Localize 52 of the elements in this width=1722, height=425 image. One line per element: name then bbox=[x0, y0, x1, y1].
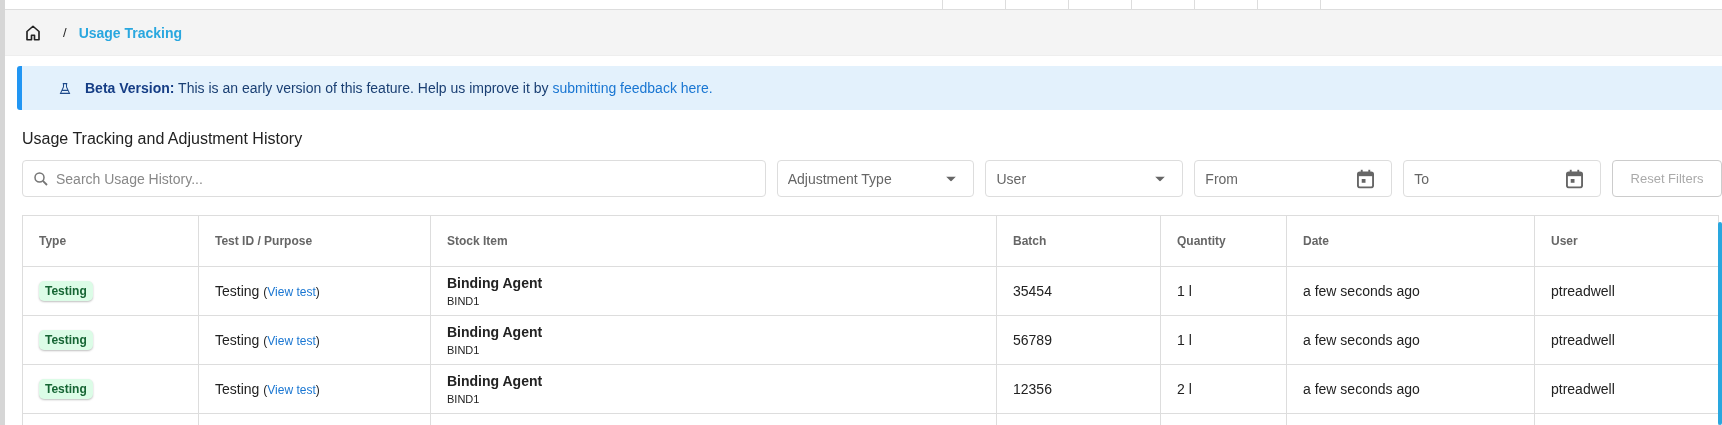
table-cell: 12356 bbox=[1013, 381, 1052, 397]
breadcrumb-separator: / bbox=[63, 25, 67, 40]
view-test-link[interactable]: View test bbox=[267, 383, 316, 397]
page-title: Usage Tracking and Adjustment History bbox=[22, 130, 304, 148]
column-header: Batch bbox=[1013, 234, 1047, 248]
home-icon[interactable] bbox=[24, 23, 42, 42]
search-icon bbox=[32, 169, 50, 188]
type-badge: Testing bbox=[39, 281, 93, 301]
column-header: User bbox=[1551, 234, 1578, 248]
table-cell: 35454 bbox=[1013, 283, 1052, 299]
table-cell: ptreadwell bbox=[1551, 332, 1615, 348]
type-badge: Testing bbox=[39, 330, 93, 350]
column-header: Quantity bbox=[1177, 234, 1226, 248]
caret-icon bbox=[1155, 176, 1166, 181]
stock-item-name: Binding Agent bbox=[447, 324, 543, 340]
flask-icon bbox=[59, 81, 71, 95]
table-cell: a few seconds ago bbox=[1303, 283, 1420, 299]
stock-item-code: BIND1 bbox=[447, 295, 480, 307]
stock-item-name: Binding Agent bbox=[447, 373, 543, 389]
feedback-link[interactable]: submitting feedback here. bbox=[552, 80, 713, 96]
breadcrumb-link[interactable]: Usage Tracking bbox=[78, 24, 183, 41]
caret-icon bbox=[946, 176, 957, 181]
search-field[interactable]: Search Usage History... bbox=[22, 160, 766, 197]
column-header: Date bbox=[1303, 234, 1329, 248]
table-cell: ptreadwell bbox=[1551, 283, 1615, 299]
date-field[interactable]: To bbox=[1403, 160, 1601, 197]
purpose-text: Testing (View test) bbox=[215, 283, 320, 299]
calendar-icon bbox=[1566, 169, 1583, 188]
purpose-text: Testing (View test) bbox=[215, 381, 320, 397]
table-cell: a few seconds ago bbox=[1303, 381, 1420, 397]
calendar-icon bbox=[1357, 169, 1375, 188]
purpose-text: Testing (View test) bbox=[215, 332, 320, 348]
dropdown-field[interactable]: User bbox=[985, 160, 1184, 197]
scrollbar[interactable] bbox=[1718, 222, 1722, 425]
date-field[interactable]: From bbox=[1194, 160, 1393, 197]
type-badge: Testing bbox=[39, 379, 93, 399]
view-test-link[interactable]: View test bbox=[267, 334, 316, 348]
dropdown-field[interactable]: Adjustment Type bbox=[776, 160, 975, 197]
column-header: Test ID / Purpose bbox=[215, 234, 313, 248]
stock-item-name: Binding Agent bbox=[447, 275, 543, 291]
table-cell: ptreadwell bbox=[1551, 381, 1615, 397]
column-header: Type bbox=[39, 234, 67, 248]
column-header: Stock Item bbox=[447, 234, 508, 248]
table-cell: a few seconds ago bbox=[1303, 332, 1420, 348]
table-cell: 2 l bbox=[1177, 381, 1192, 397]
table-cell: 1 l bbox=[1177, 283, 1192, 299]
stock-item-code: BIND1 bbox=[447, 344, 480, 356]
table-cell: 1 l bbox=[1177, 332, 1192, 348]
stock-item-code: BIND1 bbox=[447, 393, 480, 405]
table-cell: 56789 bbox=[1013, 332, 1052, 348]
view-test-link[interactable]: View test bbox=[267, 285, 316, 299]
banner-message: Beta Version: This is an early version of this feature. Help us improve it by submitting feedback here. bbox=[85, 80, 713, 96]
